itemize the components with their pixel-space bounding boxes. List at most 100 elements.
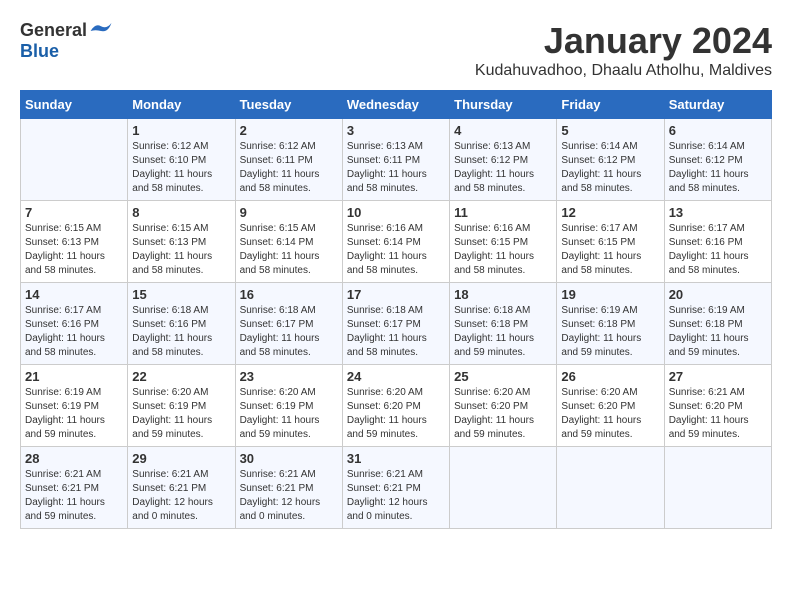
- calendar-cell: 22Sunrise: 6:20 AM Sunset: 6:19 PM Dayli…: [128, 365, 235, 447]
- calendar-cell: [21, 119, 128, 201]
- day-number: 22: [132, 369, 230, 384]
- calendar-cell: 25 Sunrise: 6:20 AM Sunset: 6:20 PM Dayli…: [450, 365, 557, 447]
- day-info: Sunrise: 6:14 AM Sunset: 6:12 PM Dayligh…: [669, 140, 767, 196]
- day-number: 2: [240, 123, 338, 138]
- calendar-cell: 11 Sunrise: 6:16 AM Sunset: 6:15 PM Dayli…: [450, 201, 557, 283]
- day-info: Sunrise: 6:19 AM Sunset: 6:18 PM Dayligh…: [561, 304, 659, 360]
- calendar-cell: 26Sunrise: 6:20 AM Sunset: 6:20 PM Dayli…: [557, 365, 664, 447]
- calendar-cell: 6Sunrise: 6:14 AM Sunset: 6:12 PM Daylig…: [664, 119, 771, 201]
- day-info: Sunrise: 6:17 AM Sunset: 6:16 PM Dayligh…: [669, 222, 767, 278]
- day-number: 7: [25, 205, 123, 220]
- day-info: Sunrise: 6:18 AM Sunset: 6:18 PM Dayligh…: [454, 304, 552, 360]
- calendar-cell: 20 Sunrise: 6:19 AM Sunset: 6:18 PM Dayli…: [664, 283, 771, 365]
- calendar-week-row: 1Sunrise: 6:12 AM Sunset: 6:10 PM Daylig…: [21, 119, 772, 201]
- weekday-header-sunday: Sunday: [21, 91, 128, 119]
- day-number: 30: [240, 451, 338, 466]
- calendar-cell: 8 Sunrise: 6:15 AM Sunset: 6:13 PM Daylig…: [128, 201, 235, 283]
- day-number: 15: [132, 287, 230, 302]
- day-info: Sunrise: 6:17 AM Sunset: 6:16 PM Dayligh…: [25, 304, 123, 360]
- day-info: Sunrise: 6:21 AM Sunset: 6:21 PM Dayligh…: [25, 468, 123, 524]
- day-number: 14: [25, 287, 123, 302]
- day-number: 17: [347, 287, 445, 302]
- calendar-week-row: 7 Sunrise: 6:15 AM Sunset: 6:13 PM Daylig…: [21, 201, 772, 283]
- day-number: 13: [669, 205, 767, 220]
- logo: General Blue: [20, 20, 113, 62]
- calendar-cell: [557, 447, 664, 529]
- calendar-cell: 23 Sunrise: 6:20 AM Sunset: 6:19 PM Dayli…: [235, 365, 342, 447]
- page-header: General Blue January 2024 Kudahuvadhoo, …: [20, 20, 772, 80]
- day-number: 1: [132, 123, 230, 138]
- day-info: Sunrise: 6:15 AM Sunset: 6:14 PM Dayligh…: [240, 222, 338, 278]
- calendar-cell: 13 Sunrise: 6:17 AM Sunset: 6:16 PM Dayli…: [664, 201, 771, 283]
- calendar-cell: 3 Sunrise: 6:13 AM Sunset: 6:11 PM Daylig…: [342, 119, 449, 201]
- location-subtitle: Kudahuvadhoo, Dhaalu Atholhu, Maldives: [475, 62, 772, 80]
- day-info: Sunrise: 6:20 AM Sunset: 6:20 PM Dayligh…: [347, 386, 445, 442]
- calendar-week-row: 14 Sunrise: 6:17 AM Sunset: 6:16 PM Dayli…: [21, 283, 772, 365]
- calendar-cell: 14 Sunrise: 6:17 AM Sunset: 6:16 PM Dayli…: [21, 283, 128, 365]
- day-number: 28: [25, 451, 123, 466]
- day-number: 11: [454, 205, 552, 220]
- calendar-cell: 30 Sunrise: 6:21 AM Sunset: 6:21 PM Dayli…: [235, 447, 342, 529]
- day-info: Sunrise: 6:15 AM Sunset: 6:13 PM Dayligh…: [132, 222, 230, 278]
- day-number: 4: [454, 123, 552, 138]
- calendar-cell: 19 Sunrise: 6:19 AM Sunset: 6:18 PM Dayli…: [557, 283, 664, 365]
- day-number: 19: [561, 287, 659, 302]
- day-number: 10: [347, 205, 445, 220]
- calendar-cell: 9 Sunrise: 6:15 AM Sunset: 6:14 PM Daylig…: [235, 201, 342, 283]
- day-number: 21: [25, 369, 123, 384]
- weekday-header-row: SundayMondayTuesdayWednesdayThursdayFrid…: [21, 91, 772, 119]
- day-number: 3: [347, 123, 445, 138]
- calendar-table: SundayMondayTuesdayWednesdayThursdayFrid…: [20, 90, 772, 529]
- day-info: Sunrise: 6:13 AM Sunset: 6:12 PM Dayligh…: [454, 140, 552, 196]
- weekday-header-thursday: Thursday: [450, 91, 557, 119]
- logo-bird-icon: [89, 21, 113, 41]
- calendar-cell: 12Sunrise: 6:17 AM Sunset: 6:15 PM Dayli…: [557, 201, 664, 283]
- weekday-header-friday: Friday: [557, 91, 664, 119]
- calendar-cell: 17Sunrise: 6:18 AM Sunset: 6:17 PM Dayli…: [342, 283, 449, 365]
- day-info: Sunrise: 6:16 AM Sunset: 6:14 PM Dayligh…: [347, 222, 445, 278]
- day-number: 5: [561, 123, 659, 138]
- calendar-cell: [664, 447, 771, 529]
- day-number: 29: [132, 451, 230, 466]
- weekday-header-wednesday: Wednesday: [342, 91, 449, 119]
- day-number: 25: [454, 369, 552, 384]
- day-info: Sunrise: 6:21 AM Sunset: 6:20 PM Dayligh…: [669, 386, 767, 442]
- day-number: 31: [347, 451, 445, 466]
- day-number: 23: [240, 369, 338, 384]
- day-info: Sunrise: 6:21 AM Sunset: 6:21 PM Dayligh…: [240, 468, 338, 524]
- day-number: 26: [561, 369, 659, 384]
- title-area: January 2024 Kudahuvadhoo, Dhaalu Atholh…: [475, 20, 772, 80]
- weekday-header-monday: Monday: [128, 91, 235, 119]
- day-number: 16: [240, 287, 338, 302]
- calendar-cell: 29Sunrise: 6:21 AM Sunset: 6:21 PM Dayli…: [128, 447, 235, 529]
- day-info: Sunrise: 6:13 AM Sunset: 6:11 PM Dayligh…: [347, 140, 445, 196]
- day-info: Sunrise: 6:19 AM Sunset: 6:18 PM Dayligh…: [669, 304, 767, 360]
- day-number: 24: [347, 369, 445, 384]
- day-info: Sunrise: 6:14 AM Sunset: 6:12 PM Dayligh…: [561, 140, 659, 196]
- day-info: Sunrise: 6:20 AM Sunset: 6:20 PM Dayligh…: [454, 386, 552, 442]
- calendar-cell: 16Sunrise: 6:18 AM Sunset: 6:17 PM Dayli…: [235, 283, 342, 365]
- day-number: 20: [669, 287, 767, 302]
- calendar-cell: 24 Sunrise: 6:20 AM Sunset: 6:20 PM Dayli…: [342, 365, 449, 447]
- day-info: Sunrise: 6:20 AM Sunset: 6:19 PM Dayligh…: [240, 386, 338, 442]
- day-info: Sunrise: 6:16 AM Sunset: 6:15 PM Dayligh…: [454, 222, 552, 278]
- calendar-cell: 10 Sunrise: 6:16 AM Sunset: 6:14 PM Dayli…: [342, 201, 449, 283]
- calendar-cell: [450, 447, 557, 529]
- calendar-cell: 31 Sunrise: 6:21 AM Sunset: 6:21 PM Dayli…: [342, 447, 449, 529]
- day-info: Sunrise: 6:17 AM Sunset: 6:15 PM Dayligh…: [561, 222, 659, 278]
- calendar-cell: 7 Sunrise: 6:15 AM Sunset: 6:13 PM Daylig…: [21, 201, 128, 283]
- calendar-cell: 21Sunrise: 6:19 AM Sunset: 6:19 PM Dayli…: [21, 365, 128, 447]
- calendar-cell: 1Sunrise: 6:12 AM Sunset: 6:10 PM Daylig…: [128, 119, 235, 201]
- logo-general-text: General: [20, 20, 87, 41]
- calendar-week-row: 21Sunrise: 6:19 AM Sunset: 6:19 PM Dayli…: [21, 365, 772, 447]
- calendar-cell: 28 Sunrise: 6:21 AM Sunset: 6:21 PM Dayli…: [21, 447, 128, 529]
- day-number: 8: [132, 205, 230, 220]
- day-info: Sunrise: 6:21 AM Sunset: 6:21 PM Dayligh…: [347, 468, 445, 524]
- calendar-cell: 15Sunrise: 6:18 AM Sunset: 6:16 PM Dayli…: [128, 283, 235, 365]
- calendar-cell: 2Sunrise: 6:12 AM Sunset: 6:11 PM Daylig…: [235, 119, 342, 201]
- calendar-cell: 4 Sunrise: 6:13 AM Sunset: 6:12 PM Daylig…: [450, 119, 557, 201]
- weekday-header-saturday: Saturday: [664, 91, 771, 119]
- logo-blue-text: Blue: [20, 41, 59, 62]
- day-info: Sunrise: 6:15 AM Sunset: 6:13 PM Dayligh…: [25, 222, 123, 278]
- day-number: 9: [240, 205, 338, 220]
